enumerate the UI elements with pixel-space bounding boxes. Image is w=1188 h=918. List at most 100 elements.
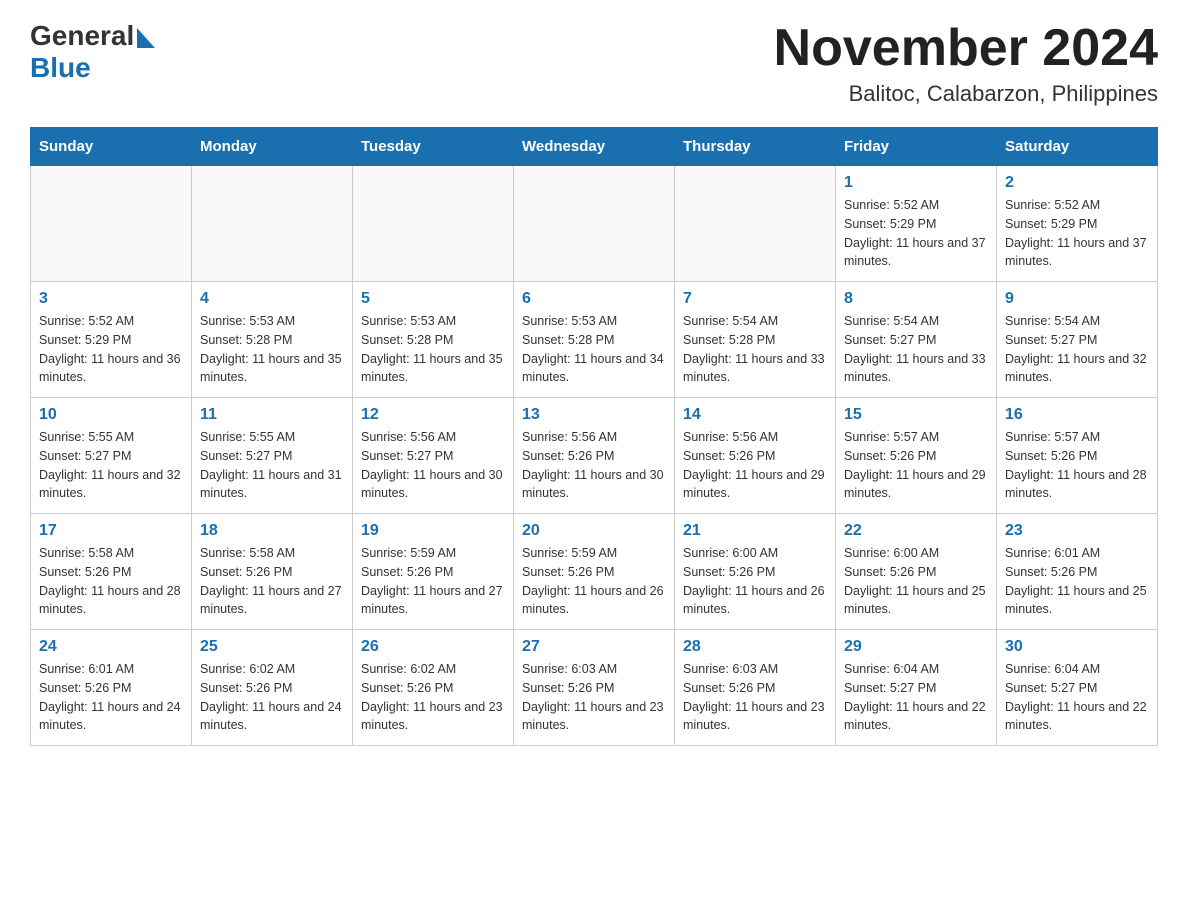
calendar-cell: 23 Sunrise: 6:01 AMSunset: 5:26 PMDayligh… [997, 514, 1158, 630]
day-number: 13 [522, 406, 666, 424]
calendar-week-row: 17 Sunrise: 5:58 AMSunset: 5:26 PMDayligh… [31, 514, 1158, 630]
calendar-header-row: SundayMondayTuesdayWednesdayThursdayFrid… [31, 128, 1158, 166]
day-info: Sunrise: 6:03 AMSunset: 5:26 PMDaylight:… [522, 660, 666, 735]
day-number: 12 [361, 406, 505, 424]
logo-icon: General [30, 20, 155, 52]
calendar-cell: 15Sunrise: 5:57 AMSunset: 5:26 PMDayligh… [836, 398, 997, 514]
calendar-cell: 19 Sunrise: 5:59 AMSunset: 5:26 PMDayligh… [353, 514, 514, 630]
logo: General Blue [30, 20, 155, 84]
header-day-tuesday: Tuesday [353, 128, 514, 166]
calendar-week-row: 10 Sunrise: 5:55 AMSunset: 5:27 PMDayligh… [31, 398, 1158, 514]
day-info: Sunrise: 5:59 AMSunset: 5:26 PMDaylight:… [522, 544, 666, 619]
day-info: Sunrise: 5:52 AMSunset: 5:29 PMDaylight:… [1005, 196, 1149, 271]
day-number: 6 [522, 290, 666, 308]
day-number: 14 [683, 406, 827, 424]
day-number: 25 [200, 638, 344, 656]
calendar-cell [31, 166, 192, 282]
day-number: 2 [1005, 174, 1149, 192]
calendar-cell: 5Sunrise: 5:53 AMSunset: 5:28 PMDaylight… [353, 282, 514, 398]
day-info: Sunrise: 5:58 AMSunset: 5:26 PMDaylight:… [200, 544, 344, 619]
calendar-cell: 10 Sunrise: 5:55 AMSunset: 5:27 PMDayligh… [31, 398, 192, 514]
day-info: Sunrise: 5:58 AMSunset: 5:26 PMDaylight:… [39, 544, 183, 619]
calendar-cell: 12 Sunrise: 5:56 AMSunset: 5:27 PMDayligh… [353, 398, 514, 514]
day-info: Sunrise: 5:59 AMSunset: 5:26 PMDaylight:… [361, 544, 505, 619]
day-info: Sunrise: 5:53 AMSunset: 5:28 PMDaylight:… [522, 312, 666, 387]
day-number: 16 [1005, 406, 1149, 424]
calendar-cell: 13 Sunrise: 5:56 AMSunset: 5:26 PMDayligh… [514, 398, 675, 514]
calendar-cell: 17 Sunrise: 5:58 AMSunset: 5:26 PMDayligh… [31, 514, 192, 630]
day-number: 11 [200, 406, 344, 424]
day-number: 29 [844, 638, 988, 656]
day-info: Sunrise: 6:01 AMSunset: 5:26 PMDaylight:… [1005, 544, 1149, 619]
title-area: November 2024 Balitoc, Calabarzon, Phili… [774, 20, 1158, 107]
day-info: Sunrise: 5:56 AMSunset: 5:27 PMDaylight:… [361, 428, 505, 503]
day-info: Sunrise: 6:02 AMSunset: 5:26 PMDaylight:… [200, 660, 344, 735]
day-info: Sunrise: 5:55 AMSunset: 5:27 PMDaylight:… [200, 428, 344, 503]
day-number: 27 [522, 638, 666, 656]
day-number: 17 [39, 522, 183, 540]
day-info: Sunrise: 5:52 AMSunset: 5:29 PMDaylight:… [844, 196, 988, 271]
day-number: 26 [361, 638, 505, 656]
day-info: Sunrise: 5:55 AMSunset: 5:27 PMDaylight:… [39, 428, 183, 503]
day-number: 20 [522, 522, 666, 540]
day-number: 5 [361, 290, 505, 308]
day-info: Sunrise: 5:54 AMSunset: 5:27 PMDaylight:… [1005, 312, 1149, 387]
calendar-cell: 9 Sunrise: 5:54 AMSunset: 5:27 PMDaylight… [997, 282, 1158, 398]
day-info: Sunrise: 5:56 AMSunset: 5:26 PMDaylight:… [522, 428, 666, 503]
header-day-friday: Friday [836, 128, 997, 166]
day-number: 1 [844, 174, 988, 192]
calendar-header: SundayMondayTuesdayWednesdayThursdayFrid… [31, 128, 1158, 166]
calendar-body: 1 Sunrise: 5:52 AMSunset: 5:29 PMDaylight… [31, 166, 1158, 746]
day-number: 9 [1005, 290, 1149, 308]
day-number: 8 [844, 290, 988, 308]
calendar-cell: 22Sunrise: 6:00 AMSunset: 5:26 PMDayligh… [836, 514, 997, 630]
logo-blue-text: Blue [30, 52, 91, 84]
calendar-cell [514, 166, 675, 282]
day-info: Sunrise: 6:00 AMSunset: 5:26 PMDaylight:… [683, 544, 827, 619]
day-info: Sunrise: 6:03 AMSunset: 5:26 PMDaylight:… [683, 660, 827, 735]
header-day-saturday: Saturday [997, 128, 1158, 166]
calendar-week-row: 24Sunrise: 6:01 AMSunset: 5:26 PMDayligh… [31, 630, 1158, 746]
day-number: 7 [683, 290, 827, 308]
calendar-cell: 24Sunrise: 6:01 AMSunset: 5:26 PMDayligh… [31, 630, 192, 746]
header-day-sunday: Sunday [31, 128, 192, 166]
header-day-wednesday: Wednesday [514, 128, 675, 166]
day-number: 4 [200, 290, 344, 308]
day-info: Sunrise: 6:02 AMSunset: 5:26 PMDaylight:… [361, 660, 505, 735]
calendar-cell: 1 Sunrise: 5:52 AMSunset: 5:29 PMDaylight… [836, 166, 997, 282]
calendar-cell: 25 Sunrise: 6:02 AMSunset: 5:26 PMDayligh… [192, 630, 353, 746]
day-info: Sunrise: 6:04 AMSunset: 5:27 PMDaylight:… [844, 660, 988, 735]
day-info: Sunrise: 5:57 AMSunset: 5:26 PMDaylight:… [1005, 428, 1149, 503]
calendar-cell [353, 166, 514, 282]
calendar-cell [675, 166, 836, 282]
calendar-cell: 6 Sunrise: 5:53 AMSunset: 5:28 PMDaylight… [514, 282, 675, 398]
day-info: Sunrise: 6:01 AMSunset: 5:26 PMDaylight:… [39, 660, 183, 735]
calendar-cell: 2 Sunrise: 5:52 AMSunset: 5:29 PMDaylight… [997, 166, 1158, 282]
logo-triangle-icon [137, 28, 155, 48]
day-number: 23 [1005, 522, 1149, 540]
calendar-cell: 14 Sunrise: 5:56 AMSunset: 5:26 PMDayligh… [675, 398, 836, 514]
day-number: 10 [39, 406, 183, 424]
calendar-cell: 4 Sunrise: 5:53 AMSunset: 5:28 PMDaylight… [192, 282, 353, 398]
calendar-cell: 11 Sunrise: 5:55 AMSunset: 5:27 PMDayligh… [192, 398, 353, 514]
calendar-cell: 29 Sunrise: 6:04 AMSunset: 5:27 PMDayligh… [836, 630, 997, 746]
day-info: Sunrise: 5:53 AMSunset: 5:28 PMDaylight:… [200, 312, 344, 387]
day-info: Sunrise: 5:56 AMSunset: 5:26 PMDaylight:… [683, 428, 827, 503]
calendar-cell: 20 Sunrise: 5:59 AMSunset: 5:26 PMDayligh… [514, 514, 675, 630]
calendar-cell: 26 Sunrise: 6:02 AMSunset: 5:26 PMDayligh… [353, 630, 514, 746]
day-number: 22 [844, 522, 988, 540]
calendar-cell: 8 Sunrise: 5:54 AMSunset: 5:27 PMDaylight… [836, 282, 997, 398]
header-day-monday: Monday [192, 128, 353, 166]
calendar-cell: 28 Sunrise: 6:03 AMSunset: 5:26 PMDayligh… [675, 630, 836, 746]
day-number: 19 [361, 522, 505, 540]
day-number: 18 [200, 522, 344, 540]
page-subtitle: Balitoc, Calabarzon, Philippines [774, 81, 1158, 107]
calendar-cell: 27 Sunrise: 6:03 AMSunset: 5:26 PMDayligh… [514, 630, 675, 746]
calendar-cell: 21Sunrise: 6:00 AMSunset: 5:26 PMDayligh… [675, 514, 836, 630]
day-info: Sunrise: 5:54 AMSunset: 5:27 PMDaylight:… [844, 312, 988, 387]
day-number: 28 [683, 638, 827, 656]
calendar-cell: 16 Sunrise: 5:57 AMSunset: 5:26 PMDayligh… [997, 398, 1158, 514]
calendar-week-row: 1 Sunrise: 5:52 AMSunset: 5:29 PMDaylight… [31, 166, 1158, 282]
day-info: Sunrise: 5:52 AMSunset: 5:29 PMDaylight:… [39, 312, 183, 387]
day-number: 15 [844, 406, 988, 424]
